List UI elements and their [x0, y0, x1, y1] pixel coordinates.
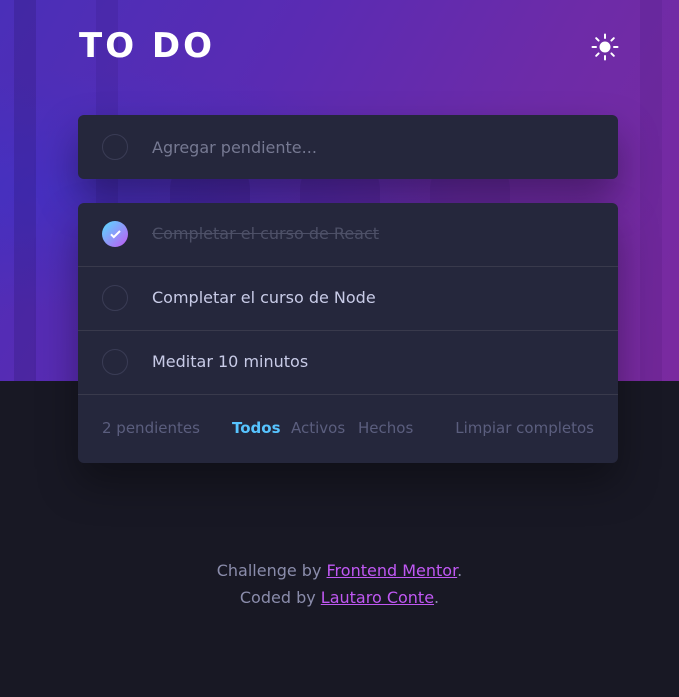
- app-title: TO DO: [79, 26, 216, 66]
- attribution: Challenge by Frontend Mentor. Coded by L…: [0, 557, 679, 611]
- attribution-line: Challenge by Frontend Mentor.: [0, 557, 679, 584]
- attribution-text: .: [434, 588, 440, 607]
- todo-text: Completar el curso de Node: [152, 288, 376, 307]
- checkbox[interactable]: [102, 285, 128, 311]
- check-icon: [109, 229, 121, 239]
- attribution-line: Coded by Lautaro Conte.: [0, 584, 679, 611]
- theme-toggle-button[interactable]: [590, 32, 620, 62]
- clear-completed-button[interactable]: Limpiar completos: [455, 419, 594, 437]
- items-left-count: 2 pendientes: [102, 419, 200, 437]
- todo-text: Completar el curso de React: [152, 224, 380, 243]
- attribution-text: Challenge by: [216, 561, 327, 580]
- frontend-mentor-link[interactable]: Frontend Mentor: [327, 561, 458, 580]
- new-todo-form: [78, 115, 618, 179]
- todo-item[interactable]: Completar el curso de Node: [78, 267, 618, 331]
- author-link[interactable]: Lautaro Conte: [321, 588, 434, 607]
- list-footer: 2 pendientes Todos Activos Hechos Limpia…: [78, 396, 618, 463]
- attribution-text: Coded by: [239, 588, 321, 607]
- filter-completed[interactable]: Hechos: [358, 419, 413, 437]
- todo-text: Meditar 10 minutos: [152, 352, 309, 371]
- sun-icon: [591, 33, 619, 61]
- background-texture: [14, 0, 36, 381]
- filter-all[interactable]: Todos: [232, 419, 281, 437]
- filter-active[interactable]: Activos: [291, 419, 345, 437]
- checkbox[interactable]: [102, 349, 128, 375]
- new-todo-input[interactable]: [152, 133, 592, 161]
- todo-item[interactable]: Completar el curso de React: [78, 203, 618, 267]
- todo-item[interactable]: Meditar 10 minutos: [78, 331, 618, 395]
- attribution-text: .: [457, 561, 463, 580]
- checkbox-checked[interactable]: [102, 221, 128, 247]
- todo-list: Completar el curso de React Completar el…: [78, 203, 618, 463]
- background-texture: [640, 0, 662, 381]
- new-todo-circle[interactable]: [102, 134, 128, 160]
